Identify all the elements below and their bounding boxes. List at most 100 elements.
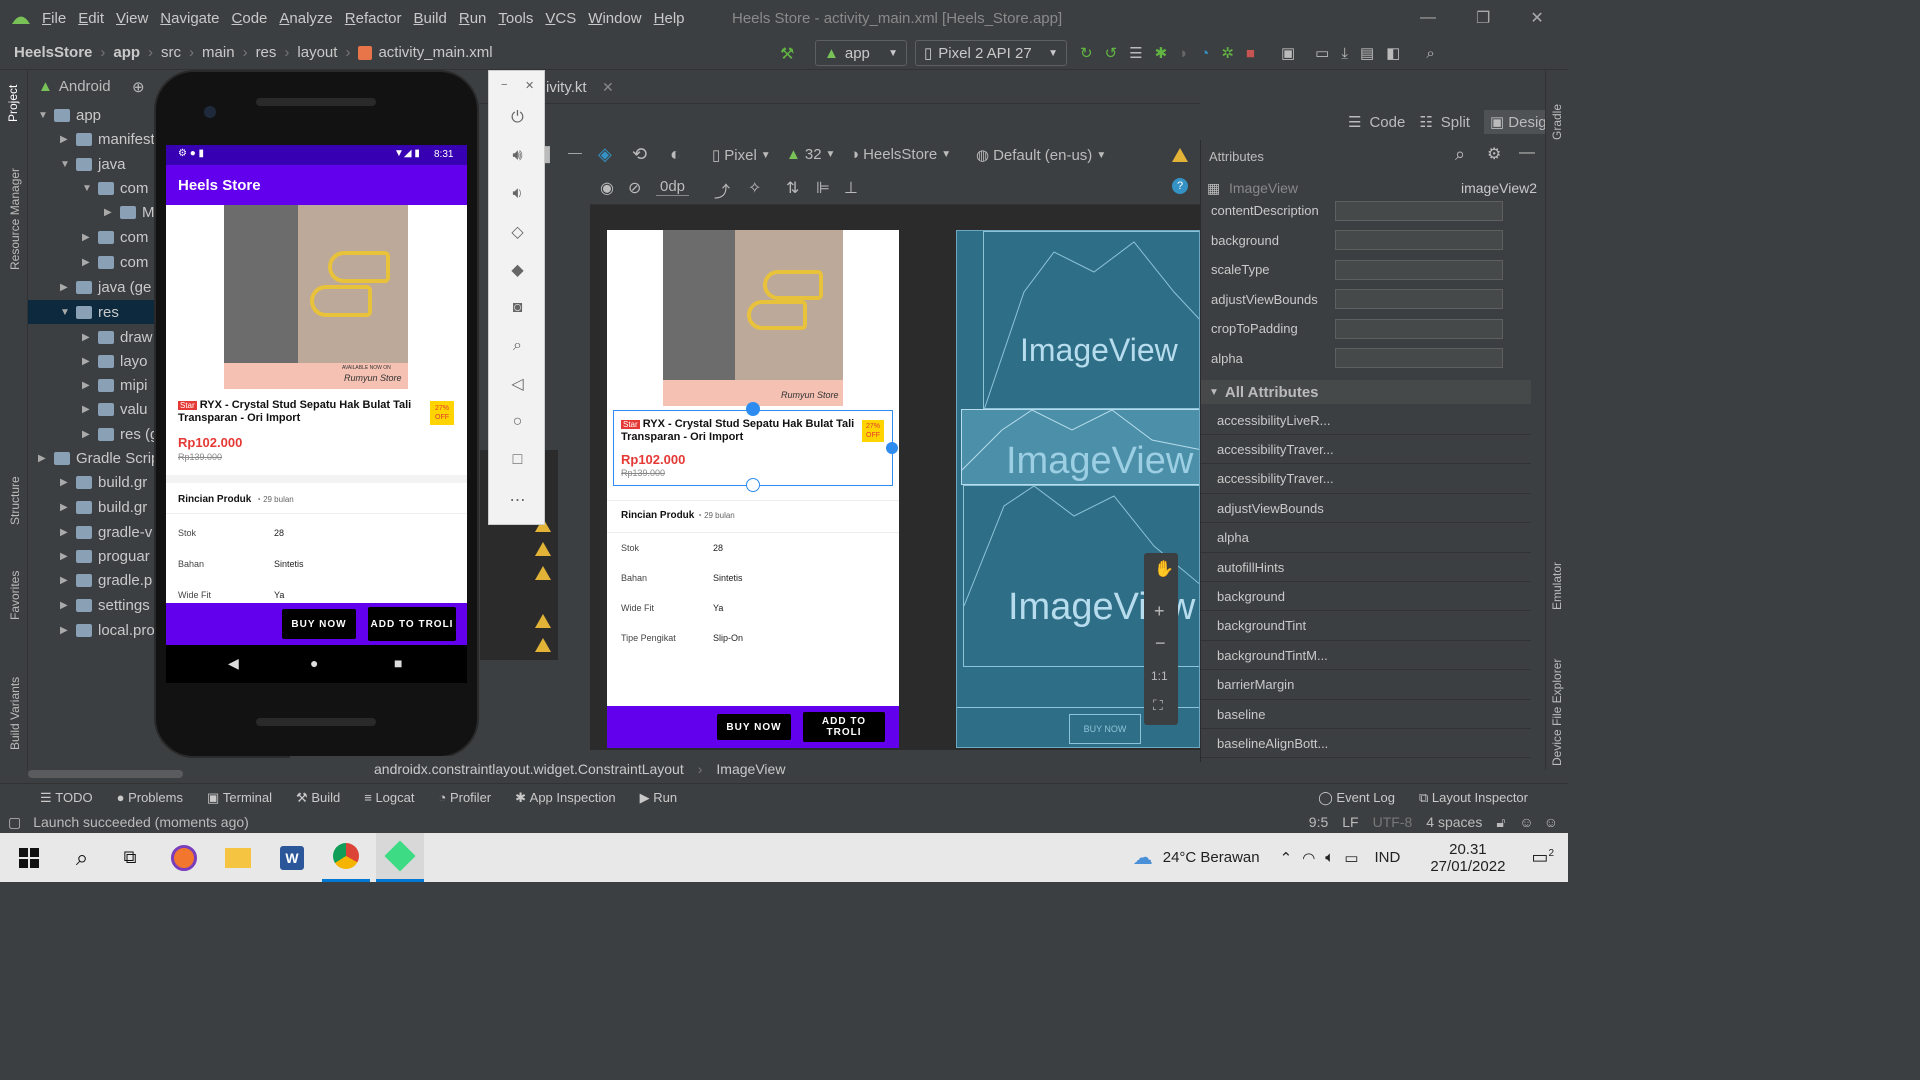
help-icon[interactable]: ? xyxy=(1172,178,1188,194)
zoom-in-icon[interactable]: + xyxy=(1154,601,1165,622)
tree-item[interactable]: ▶ draw xyxy=(82,325,153,349)
warning-icon[interactable] xyxy=(535,566,551,580)
tool-tab-structure[interactable]: Structure xyxy=(8,476,22,525)
indent-setting[interactable]: 4 spaces xyxy=(1426,814,1482,830)
more-icon[interactable]: ⋯ xyxy=(489,483,546,517)
attach-debugger-icon[interactable]: ◗ xyxy=(1179,45,1188,62)
tree-item[interactable]: ▶ proguar xyxy=(60,544,150,568)
buy-now-button[interactable]: BUY NOW xyxy=(282,609,356,639)
chevron-right-icon[interactable]: ▶ xyxy=(38,453,54,464)
buy-now-preview[interactable]: BUY NOW xyxy=(717,714,791,740)
tool-tab-project[interactable]: Project xyxy=(6,85,20,122)
back-icon[interactable]: ◀ xyxy=(228,655,239,672)
android-studio-taskbar-icon[interactable] xyxy=(376,833,424,882)
wifi-icon[interactable]: ◠ xyxy=(1302,849,1315,867)
chevron-right-icon[interactable]: ▶ xyxy=(60,282,76,293)
editor-tab-kotlin[interactable]: ivity.kt xyxy=(546,79,587,96)
tool-tab-resource-manager[interactable]: Resource Manager xyxy=(8,168,22,270)
chevron-down-icon[interactable]: ▼ xyxy=(60,307,76,318)
home-icon[interactable]: ● xyxy=(310,655,318,671)
menu-help[interactable]: Help xyxy=(654,10,685,27)
device-dropdown[interactable]: ▯ Pixel 2 API 27 ▼ xyxy=(915,40,1067,66)
chevron-right-icon[interactable]: ▶ xyxy=(60,551,76,562)
tree-item[interactable]: ▶ gradle.p xyxy=(60,568,152,592)
volume-icon[interactable]: 🔈︎ xyxy=(1325,849,1334,866)
infer-constraints-icon[interactable]: ✧ xyxy=(748,178,761,198)
chevron-right-icon[interactable]: ▶ xyxy=(82,332,98,343)
attribute-value-field[interactable] xyxy=(1335,289,1503,309)
file-explorer-icon[interactable] xyxy=(214,833,262,882)
component-id[interactable]: imageView2 xyxy=(1461,180,1537,196)
home-icon[interactable]: ○ xyxy=(489,405,546,439)
line-separator[interactable]: LF xyxy=(1342,814,1358,830)
tree-item[interactable]: ▼ com xyxy=(82,176,148,200)
breadcrumb-file[interactable]: activity_main.xml xyxy=(378,44,492,61)
menu-vcs[interactable]: VCS xyxy=(545,10,576,27)
menu-code[interactable]: Code xyxy=(232,10,268,27)
search-icon[interactable]: ⌕ xyxy=(1426,45,1434,62)
notification-icon[interactable]: ▭2 xyxy=(1531,847,1554,868)
attribute-row[interactable]: backgroundTint xyxy=(1201,612,1531,641)
chevron-right-icon[interactable]: ▶ xyxy=(60,575,76,586)
breadcrumb-res[interactable]: res xyxy=(256,44,277,61)
add-to-cart-preview[interactable]: ADD TO TROLI xyxy=(803,712,885,742)
product-image[interactable]: AVAILABLE NOW ON Rumyun Store xyxy=(224,205,408,389)
device-manager-icon[interactable]: ▭ xyxy=(1315,44,1329,62)
chevron-right-icon[interactable]: ▶ xyxy=(60,477,76,488)
menu-analyze[interactable]: Analyze xyxy=(279,10,332,27)
attribute-row[interactable]: accessibilityLiveR... xyxy=(1201,406,1531,435)
tab-terminal[interactable]: ▣ Terminal xyxy=(207,790,272,806)
volume-up-icon[interactable]: 🔊︎ xyxy=(489,139,546,173)
close-tab-icon[interactable]: ✕ xyxy=(602,79,614,96)
chevron-right-icon[interactable]: ▶ xyxy=(82,257,98,268)
run-config-dropdown[interactable]: ▲ app ▼ xyxy=(815,40,907,66)
emulator-screen[interactable]: ⚙ ● ▮ ▼◢ ▮ 8:31 Heels Store AVAILABLE NO… xyxy=(166,145,467,645)
zoom-fit-icon[interactable]: ⛶ xyxy=(1153,697,1163,714)
windows-start-icon[interactable] xyxy=(0,833,58,882)
constraint-handle-bottom[interactable] xyxy=(746,478,760,492)
sdk-manager-icon[interactable]: ⤓ xyxy=(1341,45,1348,62)
blueprint-button[interactable]: BUY NOW xyxy=(1069,714,1141,744)
attribute-row[interactable]: baseline xyxy=(1201,700,1531,729)
breadcrumb-src[interactable]: src xyxy=(161,44,181,61)
minimize-icon[interactable]: − xyxy=(501,79,507,91)
attribute-value-field[interactable] xyxy=(1335,200,1503,221)
overview-icon[interactable]: □ xyxy=(489,443,546,477)
layout-preview[interactable]: Rumyun Store Star RYX - Crystal Stud Sep… xyxy=(607,230,899,748)
tab-layout-inspector[interactable]: ⧉ Layout Inspector xyxy=(1419,790,1528,806)
chrome-icon[interactable] xyxy=(322,833,370,882)
restore-button[interactable]: ❐ xyxy=(1476,8,1490,28)
chevron-right-icon[interactable]: ▶ xyxy=(60,527,76,538)
tool-tab-gradle[interactable]: Gradle xyxy=(1550,104,1564,140)
file-encoding[interactable]: UTF-8 xyxy=(1373,814,1413,830)
gear-icon[interactable]: ⚙ xyxy=(1487,144,1501,164)
lock-icon[interactable]: 🔓︎ xyxy=(1496,814,1505,831)
path-imageview[interactable]: ImageView xyxy=(716,761,785,777)
tree-item[interactable]: ▶ java (ge xyxy=(60,275,151,299)
device-selector[interactable]: ▯ Pixel ▼ xyxy=(712,146,771,165)
chevron-right-icon[interactable]: ▶ xyxy=(60,502,76,513)
api-selector[interactable]: ▲ 32 ▼ xyxy=(786,146,835,163)
tree-item[interactable]: ▶ layo xyxy=(82,349,148,373)
tree-item[interactable]: ▶ local.pro xyxy=(60,618,155,642)
menu-run[interactable]: Run xyxy=(459,10,487,27)
avd-icon[interactable]: ▤ xyxy=(1360,44,1374,62)
tab-run[interactable]: ▶ Run xyxy=(640,790,677,806)
tree-item[interactable]: ▶ com xyxy=(82,225,148,249)
project-view-mode[interactable]: Android xyxy=(59,78,111,95)
apply-changes-icon[interactable]: ↻ xyxy=(1080,44,1093,62)
tool-tab-device-file-explorer[interactable]: Device File Explorer xyxy=(1550,659,1564,766)
tree-item[interactable]: ▶ build.gr xyxy=(60,470,147,494)
word-icon[interactable]: W xyxy=(268,833,316,882)
stop-icon[interactable]: ■ xyxy=(1246,45,1255,62)
breadcrumb-main[interactable]: main xyxy=(202,44,235,61)
weather-text[interactable]: 24°C Berawan xyxy=(1163,849,1260,866)
attribute-value-field[interactable] xyxy=(1335,230,1503,250)
layout-icon[interactable]: ◧ xyxy=(1386,44,1400,62)
apply-code-changes-icon[interactable]: ↺ xyxy=(1105,44,1118,62)
menu-file[interactable]: File xyxy=(42,10,66,27)
attribute-value-field[interactable] xyxy=(1335,318,1503,339)
pan-icon[interactable]: ✋ xyxy=(1154,559,1174,579)
chevron-right-icon[interactable]: ▶ xyxy=(82,232,98,243)
tree-item[interactable]: ▶ M xyxy=(104,200,155,224)
